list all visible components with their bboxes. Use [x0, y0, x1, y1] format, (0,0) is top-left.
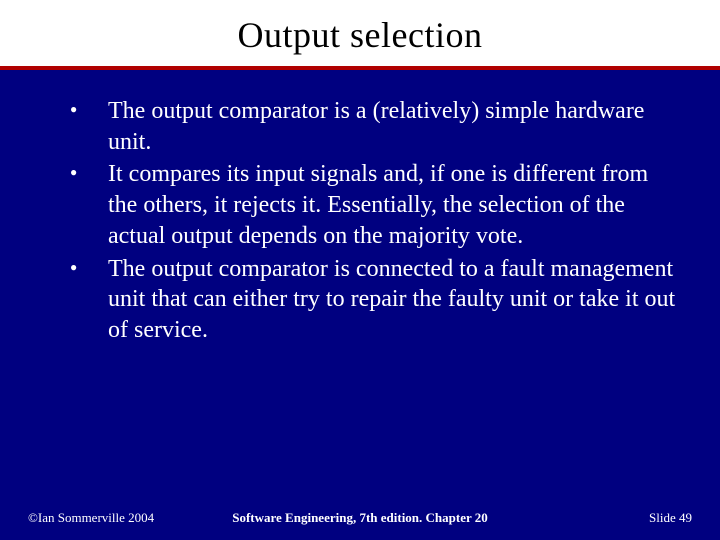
slide-title: Output selection [0, 14, 720, 56]
content-area: The output comparator is a (relatively) … [0, 70, 720, 346]
footer-copyright: ©Ian Sommerville 2004 [28, 510, 154, 526]
title-area: Output selection [0, 0, 720, 66]
bullet-item: The output comparator is connected to a … [70, 254, 680, 346]
bullet-list: The output comparator is a (relatively) … [70, 96, 680, 346]
slide: Output selection The output comparator i… [0, 0, 720, 540]
footer: ©Ian Sommerville 2004 Software Engineeri… [0, 510, 720, 526]
bullet-item: It compares its input signals and, if on… [70, 159, 680, 251]
footer-book-title: Software Engineering, 7th edition. Chapt… [232, 510, 488, 526]
footer-slide-number: Slide 49 [649, 510, 692, 526]
bullet-item: The output comparator is a (relatively) … [70, 96, 680, 157]
